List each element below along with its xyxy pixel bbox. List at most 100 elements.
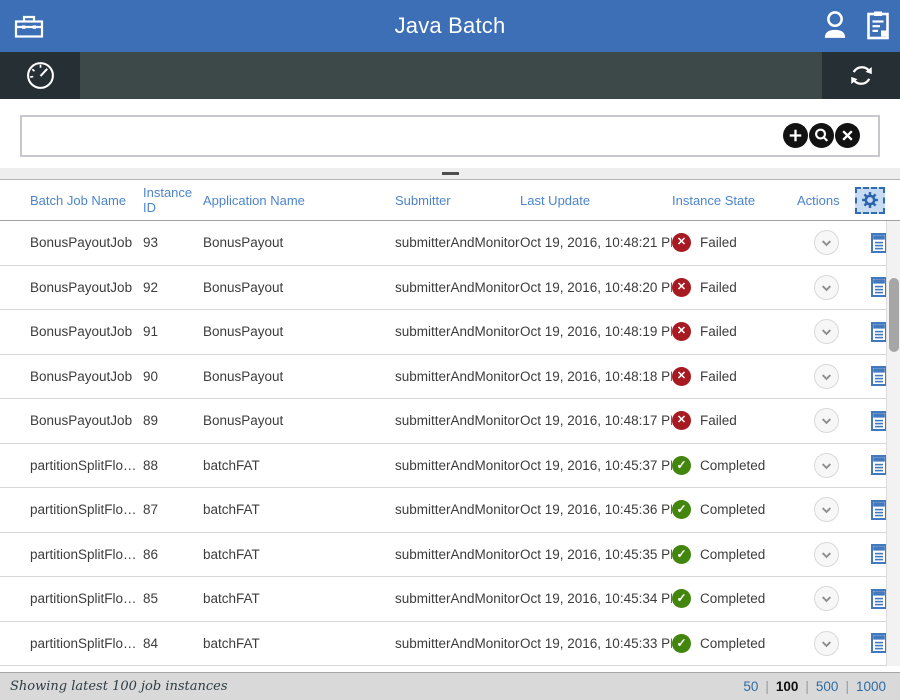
job-log-icon[interactable]: [871, 544, 887, 564]
cell-batch-job-name: partitionSplitFlo…: [30, 636, 143, 651]
cell-instance-state: ✓ Completed: [672, 634, 797, 653]
scrollbar-thumb[interactable]: [889, 278, 899, 352]
plus-icon[interactable]: [783, 123, 808, 148]
page-size-100[interactable]: 100: [776, 679, 799, 694]
column-application-name: Application Name: [203, 193, 395, 208]
column-settings: [855, 187, 900, 214]
job-log-icon[interactable]: [871, 500, 887, 520]
cell-application-name: batchFAT: [203, 458, 395, 473]
column-batch-job-name: Batch Job Name: [30, 193, 143, 208]
job-log-icon[interactable]: [871, 633, 887, 653]
search-box: [20, 115, 880, 157]
state-label: Completed: [700, 502, 765, 517]
job-log-icon[interactable]: [871, 411, 887, 431]
search-icon[interactable]: [809, 123, 834, 148]
clipboard-icon[interactable]: [866, 10, 890, 41]
header-actions: [820, 8, 890, 42]
vertical-scrollbar[interactable]: [886, 221, 900, 666]
job-log-icon[interactable]: [871, 233, 887, 253]
gear-icon[interactable]: [855, 187, 885, 214]
cell-application-name: BonusPayout: [203, 369, 395, 384]
table-header: Batch Job Name Instance ID Application N…: [0, 180, 900, 221]
state-label: Failed: [700, 413, 737, 428]
cell-last-update: Oct 19, 2016, 10:45:35 PM: [520, 547, 672, 562]
cell-instance-id: 87: [143, 502, 203, 517]
cell-actions: [797, 230, 855, 255]
table-splitter: [0, 168, 900, 180]
cell-instance-id: 88: [143, 458, 203, 473]
chevron-down-icon[interactable]: [814, 319, 839, 344]
job-log-icon[interactable]: [871, 322, 887, 342]
page-size-50[interactable]: 50: [743, 679, 758, 694]
chevron-down-icon[interactable]: [814, 542, 839, 567]
cell-instance-id: 84: [143, 636, 203, 651]
pager-separator: |: [845, 679, 849, 694]
page-size-selector: 50 | 100 | 500 | 1000: [743, 679, 886, 694]
table-resize-handle[interactable]: [442, 172, 459, 175]
cell-application-name: BonusPayout: [203, 235, 395, 250]
cell-instance-state: ✕ Failed: [672, 233, 797, 252]
cell-actions: [797, 586, 855, 611]
chevron-down-icon[interactable]: [814, 453, 839, 478]
table-row: BonusPayoutJob 89 BonusPayout submitterA…: [0, 399, 900, 444]
cell-last-update: Oct 19, 2016, 10:45:33 PM: [520, 636, 672, 651]
table-row: BonusPayoutJob 90 BonusPayout submitterA…: [0, 355, 900, 400]
cell-actions: [797, 497, 855, 522]
cell-instance-id: 90: [143, 369, 203, 384]
user-icon[interactable]: [820, 8, 850, 42]
table-body: BonusPayoutJob 93 BonusPayout submitterA…: [0, 221, 900, 666]
cell-actions: [797, 408, 855, 433]
job-log-icon[interactable]: [871, 589, 887, 609]
state-icon: ✕: [672, 278, 691, 297]
cell-batch-job-name: partitionSplitFlo…: [30, 502, 143, 517]
table-footer: Showing latest 100 job instances 50 | 10…: [0, 672, 900, 700]
close-icon[interactable]: [835, 123, 860, 148]
state-icon: ✕: [672, 322, 691, 341]
job-log-icon[interactable]: [871, 366, 887, 386]
table-row: BonusPayoutJob 92 BonusPayout submitterA…: [0, 266, 900, 311]
cell-instance-state: ✓ Completed: [672, 545, 797, 564]
chevron-down-icon[interactable]: [814, 364, 839, 389]
column-actions: Actions: [797, 193, 855, 208]
chevron-down-icon[interactable]: [814, 408, 839, 433]
cell-instance-id: 86: [143, 547, 203, 562]
cell-application-name: BonusPayout: [203, 324, 395, 339]
cell-instance-id: 85: [143, 591, 203, 606]
state-label: Failed: [700, 235, 737, 250]
state-label: Completed: [700, 458, 765, 473]
cell-last-update: Oct 19, 2016, 10:48:17 PM: [520, 413, 672, 428]
refresh-icon[interactable]: [822, 52, 900, 99]
cell-instance-state: ✓ Completed: [672, 456, 797, 475]
cell-submitter: submitterAndMonitor: [395, 324, 520, 339]
pager-separator: |: [805, 679, 809, 694]
job-log-icon[interactable]: [871, 277, 887, 297]
pager-separator: |: [765, 679, 769, 694]
state-icon: ✓: [672, 456, 691, 475]
table-row: partitionSplitFlo… 85 batchFAT submitter…: [0, 577, 900, 622]
chevron-down-icon[interactable]: [814, 497, 839, 522]
cell-last-update: Oct 19, 2016, 10:45:37 PM: [520, 458, 672, 473]
cell-instance-id: 93: [143, 235, 203, 250]
state-icon: ✓: [672, 500, 691, 519]
cell-batch-job-name: BonusPayoutJob: [30, 235, 143, 250]
state-icon: ✓: [672, 634, 691, 653]
job-log-icon[interactable]: [871, 455, 887, 475]
chevron-down-icon[interactable]: [814, 631, 839, 656]
cell-submitter: submitterAndMonitor: [395, 369, 520, 384]
chevron-down-icon[interactable]: [814, 586, 839, 611]
dashboard-icon[interactable]: [0, 52, 80, 99]
chevron-down-icon[interactable]: [814, 230, 839, 255]
chevron-down-icon[interactable]: [814, 275, 839, 300]
cell-actions: [797, 542, 855, 567]
search-buttons: [783, 123, 860, 148]
cell-last-update: Oct 19, 2016, 10:48:19 PM: [520, 324, 672, 339]
results-summary: Showing latest 100 job instances: [10, 679, 228, 694]
table-row: partitionSplitFlo… 88 batchFAT submitter…: [0, 444, 900, 489]
cell-actions: [797, 631, 855, 656]
page-size-1000[interactable]: 1000: [856, 679, 886, 694]
app-header: Java Batch: [0, 0, 900, 52]
table-row: partitionSplitFlo… 87 batchFAT submitter…: [0, 488, 900, 533]
search-input[interactable]: [30, 119, 785, 153]
page-size-500[interactable]: 500: [816, 679, 839, 694]
cell-instance-state: ✕ Failed: [672, 322, 797, 341]
